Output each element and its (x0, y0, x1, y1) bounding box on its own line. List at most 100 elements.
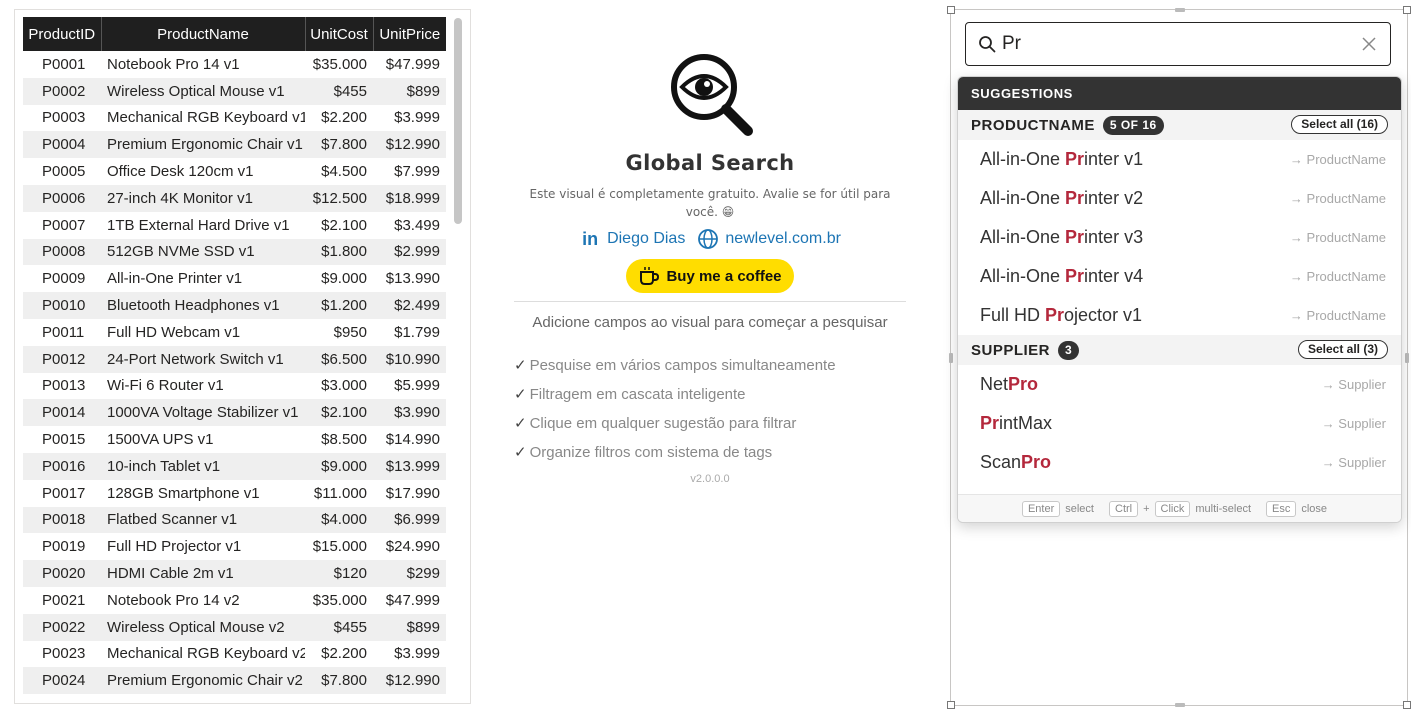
resize-handle-top[interactable] (1175, 8, 1185, 12)
column-header-unitcost[interactable]: UnitCost (305, 17, 374, 51)
table-scrollbar-thumb[interactable] (454, 18, 462, 224)
cell-productid: P0003 (42, 109, 86, 127)
suggestion-item[interactable]: All-in-One Printer v4 → ProductName (958, 257, 1401, 296)
resize-handle-bottom-right[interactable] (1403, 701, 1411, 709)
resize-handle-top-left[interactable] (947, 6, 955, 14)
table-row[interactable]: P0023 Mechanical RGB Keyboard v2 $2.200 $3.… (23, 641, 446, 668)
table-row[interactable]: P0002 Wireless Optical Mouse v1 $455 $899 (23, 77, 446, 105)
cell-productname: Wireless Optical Mouse v1 (101, 77, 305, 105)
cell-unitprice: $2.999 (373, 238, 446, 266)
select-all-button[interactable]: Select all (3) (1297, 340, 1388, 359)
suggestion-label: Full HD Projector v1 (980, 305, 1143, 325)
coffee-button-label: Buy me a coffee (666, 267, 782, 285)
table-row[interactable]: P0009 All-in-One Printer v1 $9.000 $13.990 (23, 265, 446, 292)
suggestion-field-name: → ProductName (1289, 152, 1386, 167)
table-row[interactable]: P0021 Notebook Pro 14 v2 $35.000 $47.999 (23, 587, 446, 614)
close-icon[interactable] (1360, 35, 1378, 53)
table-row[interactable]: P0013 Wi-Fi 6 Router v1 $3.000 $5.999 (23, 373, 446, 400)
cell-unitprice: $12.990 (373, 667, 446, 695)
table-row[interactable]: P0004 Premium Ergonomic Chair v1 $7.800 $12… (23, 131, 446, 159)
cell-unitcost: $120 (305, 560, 373, 587)
cell-unitprice: $899 (373, 613, 446, 641)
table-row[interactable]: P0006 27-inch 4K Monitor v1 $12.500 $18.999 (23, 184, 446, 212)
table-row[interactable]: P0015 1500VA UPS v1 $8.500 $14.990 (23, 426, 446, 453)
coffee-cup-icon (640, 267, 660, 285)
suggestion-group-header: SUPPLIER 3 Select all (3) (958, 335, 1401, 365)
cell-productid: P0006 (23, 184, 101, 212)
cell-unitprice: $2.499 (373, 292, 446, 319)
cell-productid: P0020 (23, 560, 101, 587)
resize-handle-bottom-left[interactable] (947, 701, 955, 709)
table-row[interactable]: P0014 1000VA Voltage Stabilizer v1 $2.100 $… (23, 399, 446, 427)
table-row[interactable]: P0022 Wireless Optical Mouse v2 $455 $899 (23, 613, 446, 641)
cell-unitcost: $9.000 (305, 452, 373, 480)
select-all-button[interactable]: Select all (16) (1291, 115, 1388, 134)
table-row[interactable]: P0020 HDMI Cable 2m v1 $120 $299 (23, 560, 446, 587)
cell-productname: Full HD Webcam v1 (107, 323, 241, 341)
website-link[interactable]: newlevel.com.br (697, 228, 841, 250)
buy-me-a-coffee-button[interactable]: Buy me a coffee (626, 259, 794, 293)
feature-item: ✓ Filtragem em cascata inteligente (514, 386, 746, 403)
suggestion-item[interactable]: NetPro → Supplier (958, 365, 1401, 404)
suggestion-item[interactable]: All-in-One Printer v3 → ProductName (958, 218, 1401, 257)
table-row[interactable]: P0003 Mechanical RGB Keyboard v1 $2.200 $3.… (23, 105, 446, 132)
cell-unitcost: $455 (305, 77, 373, 105)
suggestion-label: All-in-One Printer v4 (980, 266, 1144, 286)
suggestion-item[interactable]: Full HD Projector v1 → ProductName (958, 296, 1401, 335)
table-row[interactable]: P0011 Full HD Webcam v1 $950 $1.799 (23, 319, 446, 346)
search-icon (979, 36, 996, 53)
suggestion-group-header: PRODUCTNAME 5 OF 16 Select all (16) (958, 110, 1401, 140)
cell-productname: 1500VA UPS v1 (107, 431, 214, 449)
enter-hint-text: select (1065, 502, 1094, 515)
suggestion-item[interactable]: All-in-One Printer v1 → ProductName (958, 140, 1401, 179)
suggestion-item[interactable]: All-in-One Printer v2 → ProductName (958, 179, 1401, 218)
table-row[interactable]: P0017 128GB Smartphone v1 $11.000 $17.990 (23, 480, 446, 507)
column-header-productname[interactable]: ProductName (101, 17, 306, 51)
search-box[interactable] (965, 22, 1391, 66)
suggestion-label: NetPro (980, 374, 1039, 394)
table-row[interactable]: P0008 512GB NVMe SSD v1 $1.800 $2.999 (23, 238, 446, 266)
group-title: SUPPLIER (971, 341, 1051, 359)
suggestion-item[interactable]: ScanPro → Supplier (958, 443, 1401, 482)
column-header-productid[interactable]: ProductID (23, 17, 102, 51)
cell-productid: P0022 (23, 613, 101, 641)
ctrl-key-hint: Ctrl (1109, 500, 1139, 517)
cell-unitcost: $1.200 (305, 292, 373, 319)
linkedin-link[interactable]: in Diego Dias (579, 230, 685, 248)
global-search-visual[interactable]: SUGGESTIONS PRODUCTNAME 5 OF 16 Select all… (947, 6, 1411, 709)
suggestion-item[interactable]: PrintMax → Supplier (958, 404, 1401, 443)
product-table: ProductID ProductName UnitCost UnitPrice… (23, 17, 446, 695)
cell-productid: P0021 (42, 591, 86, 609)
table-row[interactable]: P0007 1TB External Hard Drive v1 $2.100 $3.… (23, 212, 446, 239)
feature-list: ✓ Pesquise em vários campos simultaneamen… (514, 356, 914, 472)
cell-productname: HDMI Cable 2m v1 (101, 560, 305, 587)
match-highlight: Pro (1008, 374, 1039, 394)
table-row[interactable]: P0019 Full HD Projector v1 $15.000 $24.990 (23, 533, 446, 560)
cell-productname: 512GB NVMe SSD v1 (101, 238, 305, 266)
table-scrollbar[interactable] (452, 14, 464, 702)
cell-unitprice: $3.999 (394, 109, 440, 127)
cell-unitcost: $11.000 (313, 484, 367, 502)
cell-productid: P0011 (42, 323, 85, 341)
table-row[interactable]: P0010 Bluetooth Headphones v1 $1.200 $2.499 (23, 292, 446, 319)
cell-productname: 10-inch Tablet v1 (101, 452, 305, 480)
author-name: Diego Dias (607, 230, 686, 247)
globe-icon (698, 229, 719, 249)
resize-handle-left[interactable] (949, 353, 953, 363)
product-table-visual: ProductID ProductName UnitCost UnitPrice… (14, 9, 471, 704)
column-header-unitprice[interactable]: UnitPrice (373, 17, 446, 51)
resize-handle-bottom[interactable] (1175, 703, 1185, 707)
feature-item: ✓ Organize filtros com sistema de tags (514, 444, 773, 461)
table-row[interactable]: P0001 Notebook Pro 14 v1 $35.000 $47.999 (23, 51, 446, 78)
table-row[interactable]: P0018 Flatbed Scanner v1 $4.000 $6.999 (23, 506, 446, 534)
table-row[interactable]: P0016 10-inch Tablet v1 $9.000 $13.999 (23, 452, 446, 480)
search-input[interactable] (1002, 27, 1352, 61)
cell-unitprice: $6.999 (373, 506, 446, 534)
table-row[interactable]: P0024 Premium Ergonomic Chair v2 $7.800 $12… (23, 667, 446, 695)
resize-handle-right[interactable] (1405, 353, 1409, 363)
cell-unitcost: $15.000 (312, 538, 367, 556)
cell-unitprice: $14.990 (385, 431, 440, 449)
resize-handle-top-right[interactable] (1403, 6, 1411, 14)
table-row[interactable]: P0005 Office Desk 120cm v1 $4.500 $7.999 (23, 158, 446, 185)
table-row[interactable]: P0012 24-Port Network Switch v1 $6.500 $10.… (23, 345, 446, 373)
